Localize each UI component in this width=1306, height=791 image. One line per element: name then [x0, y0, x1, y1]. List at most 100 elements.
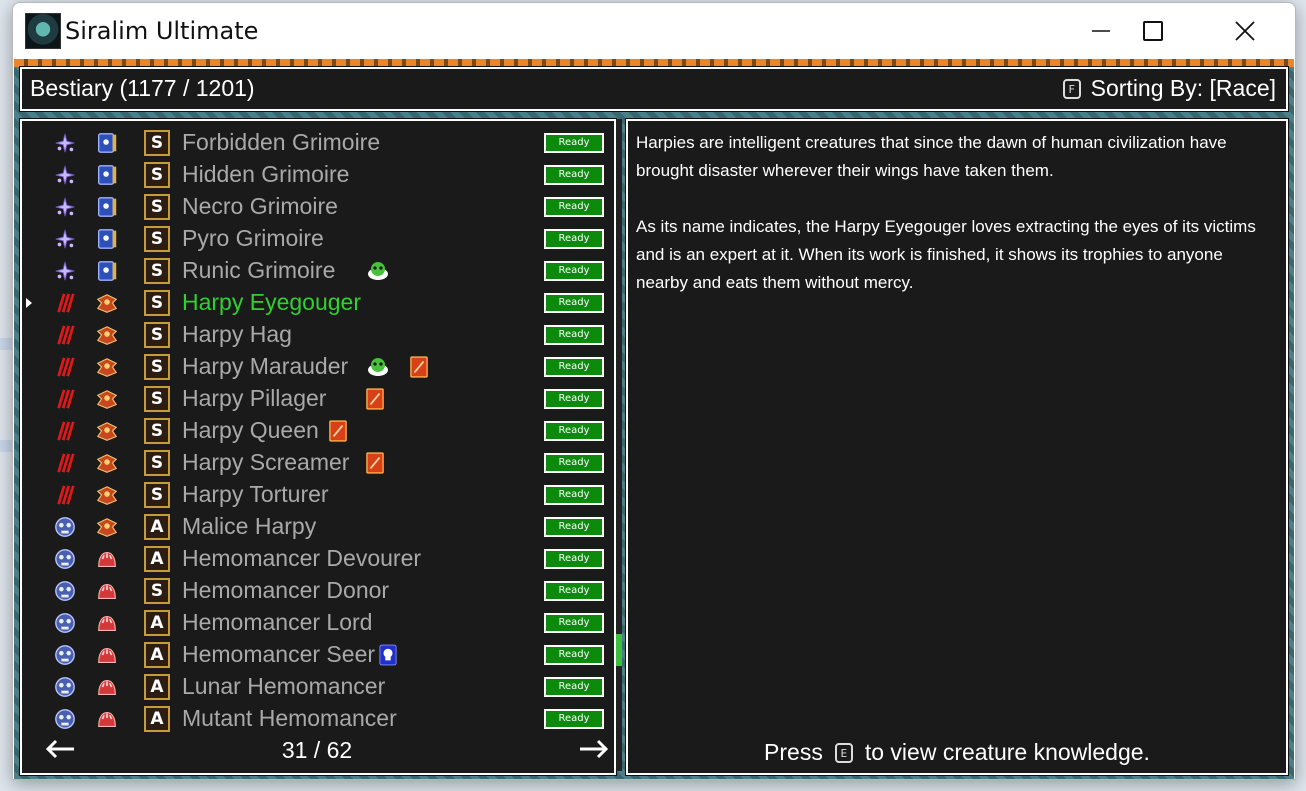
creature-type-icon: S — [144, 386, 170, 412]
creature-type-icon: S — [144, 226, 170, 252]
slime-icon — [366, 355, 388, 379]
creature-row[interactable]: S Hemomancer Donor Ready — [22, 575, 612, 607]
creature-row[interactable]: S Harpy Screamer Ready — [22, 447, 612, 479]
close-button[interactable] — [1217, 11, 1273, 51]
creature-row[interactable]: S Harpy Pillager Ready — [22, 383, 612, 415]
hemomancer-race-icon — [94, 707, 120, 731]
chaos-class-icon — [52, 355, 78, 379]
minimize-button[interactable] — [1073, 11, 1129, 51]
creature-row[interactable]: A Hemomancer Lord Ready — [22, 607, 612, 639]
creature-name: Harpy Marauder — [182, 353, 349, 379]
maximize-button[interactable] — [1125, 11, 1181, 51]
ready-badge: Ready — [544, 709, 604, 729]
creature-row[interactable]: S Harpy Torturer Ready — [22, 479, 612, 511]
creature-row[interactable]: S Hidden Grimoire Ready — [22, 159, 612, 191]
creature-name: Hemomancer Donor — [182, 577, 390, 603]
sorcery-class-icon — [52, 163, 78, 187]
ready-badge: Ready — [544, 197, 604, 217]
creature-name: Forbidden Grimoire — [182, 129, 381, 155]
death-class-icon — [52, 707, 78, 731]
sorcery-class-icon — [52, 227, 78, 251]
death-class-icon — [52, 515, 78, 539]
chaos-class-icon — [52, 419, 78, 443]
slime-icon — [366, 259, 388, 283]
grimoire-race-icon — [94, 195, 120, 219]
card-icon — [410, 355, 432, 379]
creature-row[interactable]: S Necro Grimoire Ready — [22, 191, 612, 223]
maximize-icon — [1143, 21, 1163, 41]
list-scrollbar-thumb[interactable] — [616, 634, 622, 666]
bestiary-header: Bestiary (1177 / 1201) F Sorting By: [Rac… — [19, 66, 1289, 112]
death-class-icon — [52, 579, 78, 603]
lore-paragraph: As its name indicates, the Harpy Eyegoug… — [636, 217, 1256, 292]
lore-paragraph: Harpies are intelligent creatures that s… — [636, 133, 1227, 180]
chaos-class-icon — [52, 291, 78, 315]
creature-name: Harpy Eyegouger — [182, 289, 361, 315]
creature-row[interactable]: A Mutant Hemomancer Ready — [22, 703, 612, 735]
press-suffix: to view creature knowledge. — [864, 739, 1150, 765]
harpy-race-icon — [94, 291, 120, 315]
app-icon — [25, 13, 61, 49]
ready-badge: Ready — [544, 645, 604, 665]
ready-badge: Ready — [544, 421, 604, 441]
creature-row[interactable]: A Lunar Hemomancer Ready — [22, 671, 612, 703]
creature-name: Necro Grimoire — [182, 193, 338, 219]
ready-badge: Ready — [544, 389, 604, 409]
creature-list: 31 / 62 S Forbidden Grimoire Ready S Hidden … — [19, 118, 617, 776]
bestiary-count-title: Bestiary (1177 / 1201) — [30, 75, 255, 101]
list-scrollbar[interactable] — [616, 119, 622, 771]
key-f-icon: F — [1062, 79, 1081, 99]
knowledge-hint: Press Eto view creature knowledge. — [628, 739, 1286, 766]
harpy-race-icon — [94, 355, 120, 379]
creature-row[interactable]: S Forbidden Grimoire Ready — [22, 127, 612, 159]
app-window: Siralim Ultimate Bestiary (1177 / 1201) … — [12, 2, 1296, 780]
selection-cursor-icon — [26, 298, 32, 308]
creature-row[interactable]: A Hemomancer Seer Ready — [22, 639, 612, 671]
grimoire-race-icon — [94, 131, 120, 155]
creature-row[interactable]: S Harpy Eyegouger Ready — [22, 287, 612, 319]
chaos-class-icon — [52, 323, 78, 347]
ready-badge: Ready — [544, 133, 604, 153]
sorting-label: Sorting By: [Race] — [1090, 75, 1276, 101]
ready-badge: Ready — [544, 549, 604, 569]
grimoire-race-icon — [94, 227, 120, 251]
creature-row[interactable]: S Harpy Hag Ready — [22, 319, 612, 351]
creature-name: Hemomancer Seer — [182, 641, 376, 667]
key-e-icon[interactable]: E — [834, 743, 853, 763]
harpy-race-icon — [94, 483, 120, 507]
sorting-control[interactable]: F Sorting By: [Race] — [1062, 75, 1276, 102]
creature-name: Hidden Grimoire — [182, 161, 350, 187]
card-icon — [329, 419, 351, 443]
chaos-class-icon — [52, 451, 78, 475]
hemomancer-race-icon — [94, 547, 120, 571]
creature-type-icon: S — [144, 418, 170, 444]
creature-type-icon: A — [144, 642, 170, 668]
harpy-race-icon — [94, 515, 120, 539]
creature-name: Malice Harpy — [182, 513, 317, 539]
harpy-race-icon — [94, 451, 120, 475]
close-icon — [1235, 21, 1255, 41]
creature-row[interactable]: S Pyro Grimoire Ready — [22, 223, 612, 255]
creature-name: Hemomancer Devourer — [182, 545, 422, 571]
creature-type-icon: S — [144, 162, 170, 188]
ready-badge: Ready — [544, 485, 604, 505]
creature-row[interactable]: S Harpy Marauder Ready — [22, 351, 612, 383]
creature-row[interactable]: A Hemomancer Devourer Ready — [22, 543, 612, 575]
title-bar[interactable]: Siralim Ultimate — [13, 3, 1295, 59]
sorcery-class-icon — [52, 259, 78, 283]
creature-row[interactable]: S Harpy Queen Ready — [22, 415, 612, 447]
sorcery-class-icon — [52, 195, 78, 219]
skull-card-icon — [379, 643, 401, 667]
ready-badge: Ready — [544, 165, 604, 185]
creature-type-icon: A — [144, 706, 170, 732]
creature-row[interactable]: A Malice Harpy Ready — [22, 511, 612, 543]
hemomancer-race-icon — [94, 675, 120, 699]
creature-row[interactable]: S Runic Grimoire Ready — [22, 255, 612, 287]
ready-badge: Ready — [544, 261, 604, 281]
harpy-race-icon — [94, 419, 120, 443]
creature-name: Harpy Torturer — [182, 481, 329, 507]
creature-name: Harpy Hag — [182, 321, 292, 347]
ready-badge: Ready — [544, 293, 604, 313]
right-arrow-icon[interactable] — [576, 737, 612, 761]
creature-name: Harpy Screamer — [182, 449, 350, 475]
